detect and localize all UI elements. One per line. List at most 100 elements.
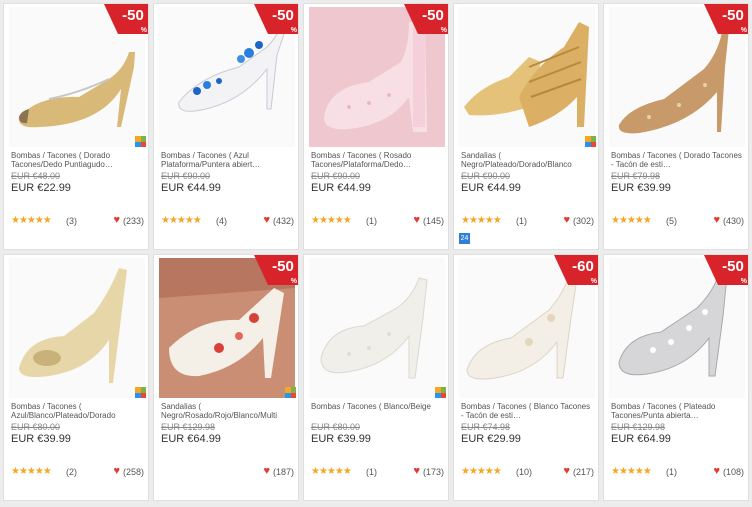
review-count[interactable]: (2) [66,467,77,477]
product-title[interactable]: Bombas / Tacones ( Dorado Tacones - Tacó… [611,151,743,169]
original-price: EUR €90.00 [161,171,211,181]
rating-stars: ★★★★★ [161,215,202,226]
sale-ribbon-edge [254,255,268,285]
product-card[interactable]: -50 Bombas / Tacones ( Plateado Tacones/… [603,254,749,501]
sale-price: EUR €29.99 [461,433,521,445]
product-title[interactable]: Bombas / Tacones ( Azul Plataforma/Punte… [161,151,293,169]
original-price: EUR €90.00 [311,171,361,181]
sale-ribbon-edge [554,255,568,285]
discount-badge: -50 [118,4,148,35]
original-price: EUR €74.98 [461,422,511,432]
product-card[interactable]: Bombas / Tacones ( Blanco/Beige EUR €80.… [303,254,449,501]
discount-badge: -50 [268,4,298,35]
app-icon [435,387,446,398]
heart-icon[interactable]: ♥ [113,214,120,226]
sale-price: EUR €39.99 [311,433,371,445]
heart-icon[interactable]: ♥ [263,214,270,226]
heart-icon[interactable]: ♥ [563,214,570,226]
like-count: (108) [722,467,744,477]
review-count[interactable]: (10) [516,467,532,477]
product-card[interactable]: -50 Bombas / Tacones ( Rosado Tacones/Pl… [303,3,449,250]
heart-icon[interactable]: ♥ [713,465,720,477]
rating-stars: ★★★★★ [461,466,502,477]
product-title[interactable]: Sandalias ( Negro/Rosado/Rojo/Blanco/Mul… [161,402,293,420]
like-count: (233) [122,216,144,226]
heart-icon[interactable]: ♥ [413,465,420,477]
sale-price: EUR €44.99 [461,182,521,194]
rating-stars: ★★★★★ [611,466,652,477]
heart-icon[interactable]: ♥ [263,465,270,477]
heart-icon[interactable]: ♥ [713,214,720,226]
product-card[interactable]: -50 Bombas / Tacones ( Azul Plataforma/P… [153,3,299,250]
product-title[interactable]: Bombas / Tacones ( Plateado Tacones/Punt… [611,402,743,420]
app-icon [585,136,596,147]
review-count[interactable]: (5) [666,216,677,226]
sale-price: EUR €39.99 [611,182,671,194]
like-count: (430) [722,216,744,226]
rating-stars: ★★★★★ [461,215,502,226]
product-title[interactable]: Bombas / Tacones ( Rosado Tacones/Plataf… [311,151,443,169]
like-count: (173) [422,467,444,477]
product-title[interactable]: Sandalias ( Negro/Plateado/Dorado/Blanco [461,151,593,169]
app-icon [285,387,296,398]
discount-badge: -50 [718,4,748,35]
sale-price: EUR €44.99 [311,182,371,194]
heart-icon[interactable]: ♥ [563,465,570,477]
product-card[interactable]: -50 Bombas / Tacones ( Dorado Tacones - … [603,3,749,250]
sale-ribbon-edge [704,255,718,285]
product-grid: -50 Bombas / Tacones ( Dorado Tacones/De… [0,0,752,507]
rating-stars: ★★★★★ [311,466,352,477]
product-title[interactable]: Bombas / Tacones ( Dorado Tacones/Dedo P… [11,151,143,169]
product-image[interactable] [309,258,445,398]
product-title[interactable]: Bombas / Tacones ( Blanco/Beige [311,402,443,420]
review-count[interactable]: (1) [516,216,527,226]
product-card[interactable]: Sandalias ( Negro/Plateado/Dorado/Blanco… [453,3,599,250]
sale-price: EUR €44.99 [161,182,221,194]
like-count: (187) [272,467,294,477]
rating-stars: ★★★★★ [311,215,352,226]
review-count[interactable]: (1) [666,467,677,477]
like-count: (217) [572,467,594,477]
discount-badge: -50 [418,4,448,35]
sale-price: EUR €64.99 [611,433,671,445]
product-title[interactable]: Bombas / Tacones ( Blanco Tacones - Tacó… [461,402,593,420]
product-title[interactable]: Bombas / Tacones ( Azul/Blanco/Plateado/… [11,402,143,420]
original-price: EUR €80.00 [311,422,361,432]
product-card[interactable]: -50 Bombas / Tacones ( Dorado Tacones/De… [3,3,149,250]
discount-badge: -60 [568,255,598,286]
like-count: (145) [422,216,444,226]
product-card[interactable]: Bombas / Tacones ( Azul/Blanco/Plateado/… [3,254,149,501]
review-count[interactable]: (4) [216,216,227,226]
discount-badge: -50 [268,255,298,286]
app-icon [135,136,146,147]
original-price: EUR €129.98 [611,422,666,432]
rating-stars: ★★★★★ [611,215,652,226]
product-image[interactable] [459,7,595,147]
sale-ribbon-edge [254,4,268,34]
original-price: EUR €129.98 [161,422,216,432]
rating-stars: ★★★★★ [11,215,52,226]
review-count[interactable]: (3) [66,216,77,226]
like-count: (258) [122,467,144,477]
like-count: (302) [572,216,594,226]
sale-price: EUR €39.99 [11,433,71,445]
original-price: EUR €80.00 [11,422,61,432]
rating-stars: ★★★★★ [11,466,52,477]
like-count: (432) [272,216,294,226]
sale-price: EUR €64.99 [161,433,221,445]
app-badge-icon: 24 [459,233,470,244]
heart-icon[interactable]: ♥ [413,214,420,226]
sale-ribbon-edge [704,4,718,34]
app-icon [135,387,146,398]
sale-ribbon-edge [404,4,418,34]
product-image[interactable] [9,258,145,398]
product-card[interactable]: -50 Sandalias ( Negro/Rosado/Rojo/Blanco… [153,254,299,501]
original-price: EUR €90.00 [461,171,511,181]
review-count[interactable]: (1) [366,216,377,226]
original-price: EUR €48.00 [11,171,61,181]
sale-price: EUR €22.99 [11,182,71,194]
heart-icon[interactable]: ♥ [113,465,120,477]
product-card[interactable]: -60 Bombas / Tacones ( Blanco Tacones - … [453,254,599,501]
review-count[interactable]: (1) [366,467,377,477]
sale-ribbon-edge [104,4,118,34]
